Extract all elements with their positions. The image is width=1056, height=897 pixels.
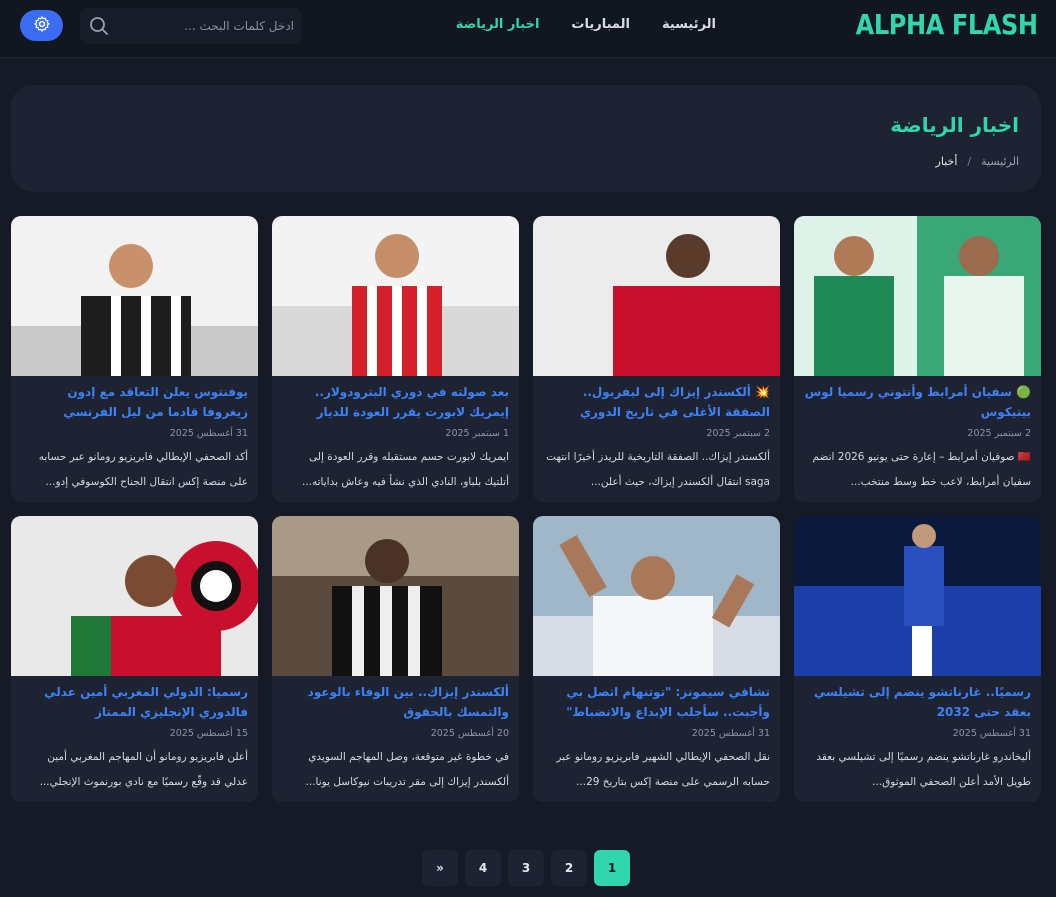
article-title[interactable]: بعد صولته في دوري البترودولار.. إيمريك ل… [282, 382, 509, 422]
page-title: اخبار الرياضة [890, 113, 1019, 137]
article-excerpt: ألكسندر إيزاك.. الصفقة التاريخية للريدز … [546, 451, 770, 488]
article-excerpt: 🇲🇦 صوفيان أمرابط – إعارة حتى يونيو 2026 … [812, 451, 1031, 488]
article-card[interactable]: يوفنتوس يعلن التعاقد مع إدون زيغروفا قاد… [11, 216, 258, 502]
article-date: 31 أغسطس 2025 [952, 728, 1031, 739]
article-date: 15 أغسطس 2025 [169, 728, 248, 739]
article-title[interactable]: يوفنتوس يعلن التعاقد مع إدون زيغروفا قاد… [21, 382, 248, 422]
search-input[interactable] [110, 19, 294, 33]
article-card[interactable]: رسميا: الدولي المغربي أمين عدلي فالدوري … [11, 516, 258, 802]
pagination-page-1[interactable]: 1 [594, 850, 630, 886]
article-excerpt: في خطوة غير متوقعة، وصل المهاجم السويدي … [305, 751, 509, 788]
article-thumbnail[interactable] [794, 516, 1041, 676]
top-navbar: ALPHA FLASH الرئيسية المباريات اخبار الر… [0, 0, 1056, 58]
article-thumbnail[interactable] [533, 516, 780, 676]
settings-button[interactable] [20, 10, 63, 41]
article-card[interactable]: تشافي سيمونز: "توتنهام اتصل بي وأجبت.. س… [533, 516, 780, 802]
article-card[interactable]: بعد صولته في دوري البترودولار.. إيمريك ل… [272, 216, 519, 502]
breadcrumb-separator: / [967, 155, 972, 168]
article-card[interactable]: 💥 ألكسندر إيزاك إلى ليفربول.. الصفقة الأ… [533, 216, 780, 502]
article-title[interactable]: 💥 ألكسندر إيزاك إلى ليفربول.. الصفقة الأ… [543, 382, 770, 422]
article-title[interactable]: رسميًا.. غارناتشو ينضم إلى تشيلسي بعقد ح… [804, 682, 1031, 722]
nav-item-matches[interactable]: المباريات [571, 17, 630, 32]
pagination-page-4[interactable]: 4 [465, 850, 501, 886]
article-date: 2 سبتمبر 2025 [706, 428, 770, 439]
article-thumbnail[interactable] [11, 216, 258, 376]
article-thumbnail[interactable] [794, 216, 1041, 376]
article-title[interactable]: تشافي سيمونز: "توتنهام اتصل بي وأجبت.. س… [543, 682, 770, 722]
pagination-page-3[interactable]: 3 [508, 850, 544, 886]
nav-item-sports-news[interactable]: اخبار الرياضة [456, 17, 540, 32]
article-date: 31 أغسطس 2025 [691, 728, 770, 739]
breadcrumb-current: أخبار [935, 155, 958, 168]
article-thumbnail[interactable] [272, 516, 519, 676]
article-date: 31 أغسطس 2025 [169, 428, 248, 439]
main-nav: الرئيسية المباريات اخبار الرياضة [424, 17, 716, 32]
pagination-page-2[interactable]: 2 [551, 850, 587, 886]
article-excerpt: أكد الصحفي الإيطالي فابريزيو رومانو عبر … [38, 451, 248, 488]
site-logo[interactable]: ALPHA FLASH [856, 8, 1038, 41]
breadcrumb: الرئيسية / أخبار [936, 155, 1019, 168]
pagination: » 4 3 2 1 [422, 850, 630, 886]
article-card[interactable]: رسميًا.. غارناتشو ينضم إلى تشيلسي بعقد ح… [794, 516, 1041, 802]
nav-item-home[interactable]: الرئيسية [662, 17, 716, 32]
article-excerpt: ايمريك لابورت حسم مستقبله وقرر العودة إل… [301, 451, 509, 488]
article-excerpt: أليخاندرو غارناتشو ينضم رسميًا إلى تشيلس… [816, 751, 1031, 788]
article-card[interactable]: ألكسندر إيزاك.. بين الوفاء بالوعود والتم… [272, 516, 519, 802]
gear-icon [33, 15, 51, 37]
article-card[interactable]: 🟢 سفيان أمرابط وأنتوني رسميا لوس بيتيكوس… [794, 216, 1041, 502]
article-date: 2 سبتمبر 2025 [967, 428, 1031, 439]
pagination-next[interactable]: » [422, 850, 458, 886]
article-date: 20 أغسطس 2025 [430, 728, 509, 739]
search-icon[interactable] [88, 15, 110, 37]
article-thumbnail[interactable] [11, 516, 258, 676]
article-thumbnail[interactable] [533, 216, 780, 376]
breadcrumb-home[interactable]: الرئيسية [981, 155, 1019, 168]
article-title[interactable]: 🟢 سفيان أمرابط وأنتوني رسميا لوس بيتيكوس [804, 382, 1031, 422]
article-excerpt: أعلن فابريزيو رومانو أن المهاجم المغربي … [39, 751, 248, 788]
article-date: 1 سبتمبر 2025 [445, 428, 509, 439]
page-header: اخبار الرياضة الرئيسية / أخبار [11, 85, 1041, 192]
article-thumbnail[interactable] [272, 216, 519, 376]
search-box [80, 8, 302, 44]
article-title[interactable]: رسميا: الدولي المغربي أمين عدلي فالدوري … [21, 682, 248, 722]
article-excerpt: نقل الصحفي الإيطالي الشهير فابريزيو روما… [556, 751, 770, 788]
article-title[interactable]: ألكسندر إيزاك.. بين الوفاء بالوعود والتم… [282, 682, 509, 722]
